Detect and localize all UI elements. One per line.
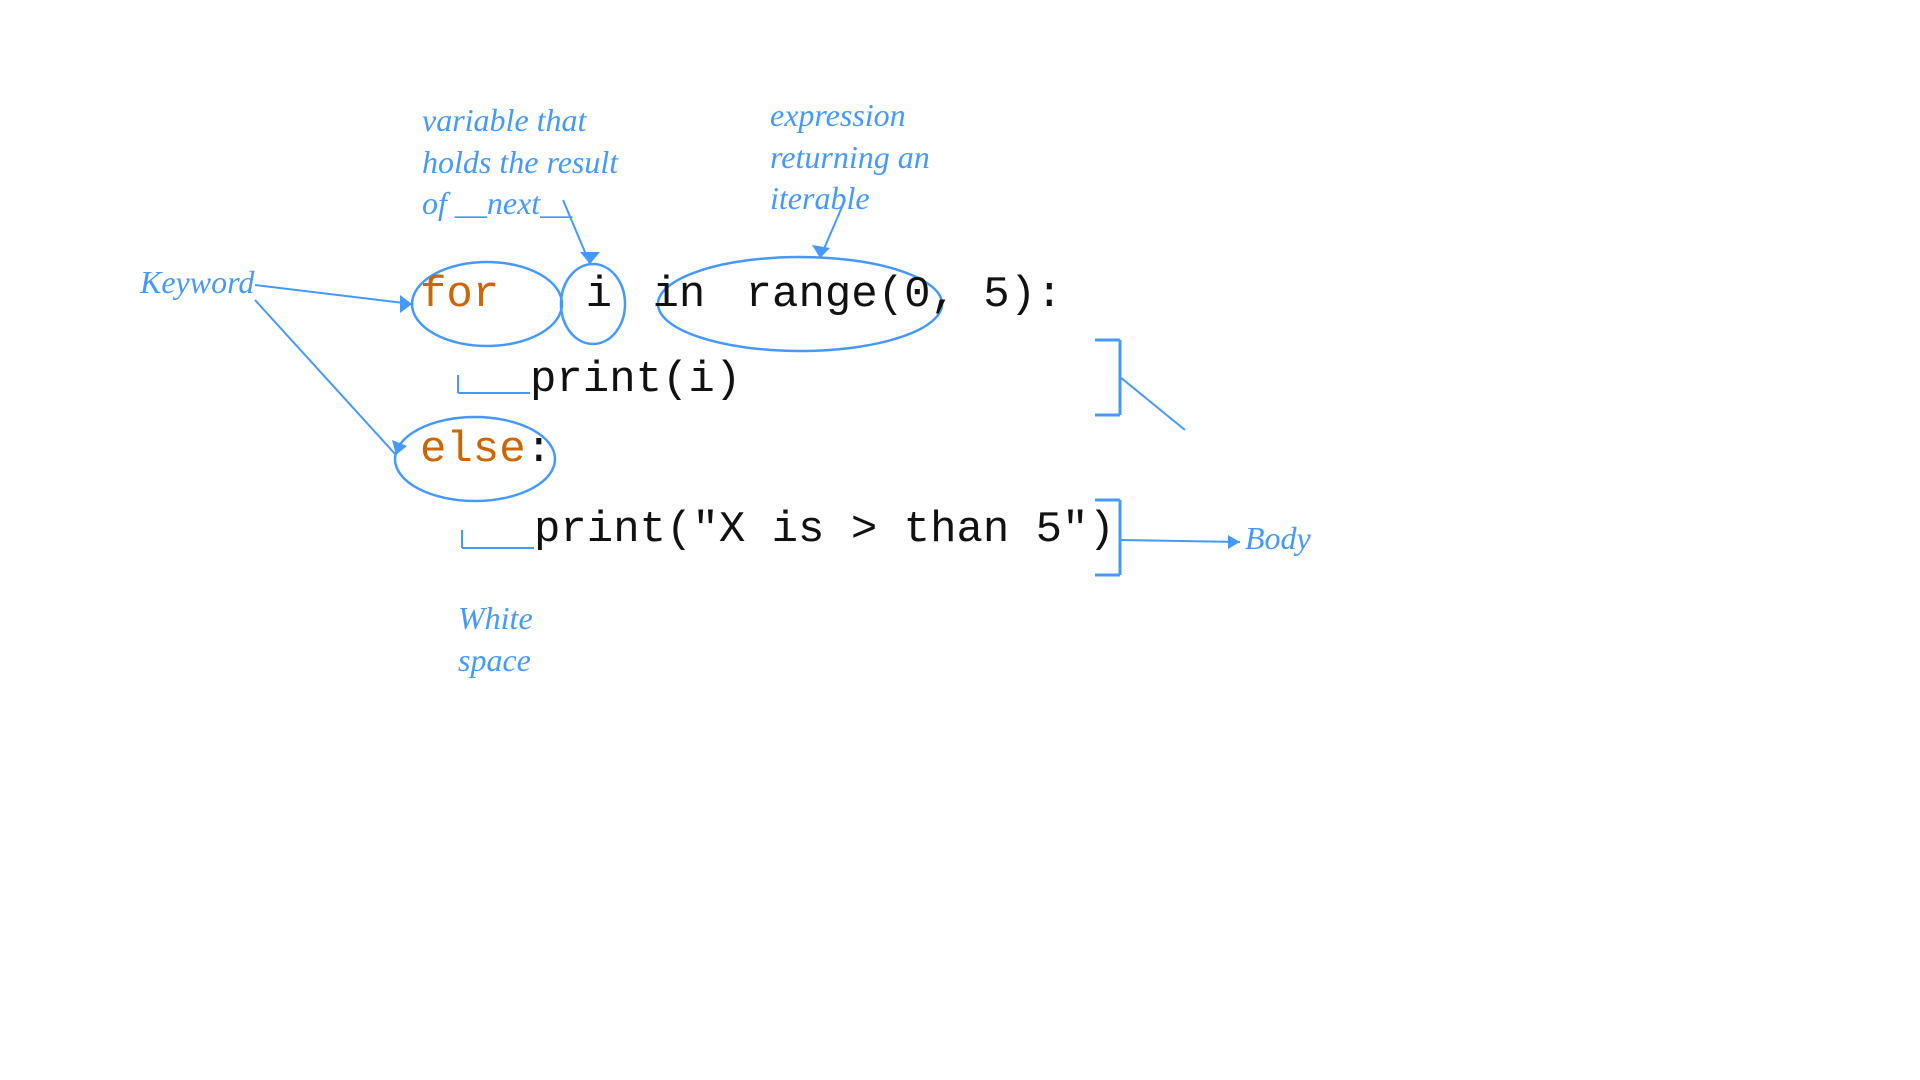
variable-i: i — [586, 270, 612, 320]
print-x-line: print("X is > than 5") — [534, 505, 1115, 555]
range-expr: range(0, 5): — [746, 270, 1063, 320]
whitespace-annotation: White space — [458, 598, 533, 681]
in-keyword: in — [652, 270, 705, 320]
for-loop-line: for i in range(0, 5): — [420, 270, 1063, 320]
else-line: else: — [420, 425, 552, 475]
else-colon: : — [526, 425, 552, 475]
expression-annotation: expression returning an iterable — [770, 95, 930, 220]
variable-annotation: variable that holds the result of __next… — [422, 100, 618, 225]
else-keyword: else — [420, 425, 526, 475]
for-keyword: for — [420, 270, 499, 320]
body-annotation: Body — [1245, 518, 1311, 560]
print-i-line: print(i) — [530, 355, 741, 405]
diagram-container: variable that holds the result of __next… — [0, 0, 1920, 1080]
keyword-annotation: Keyword — [140, 262, 254, 304]
